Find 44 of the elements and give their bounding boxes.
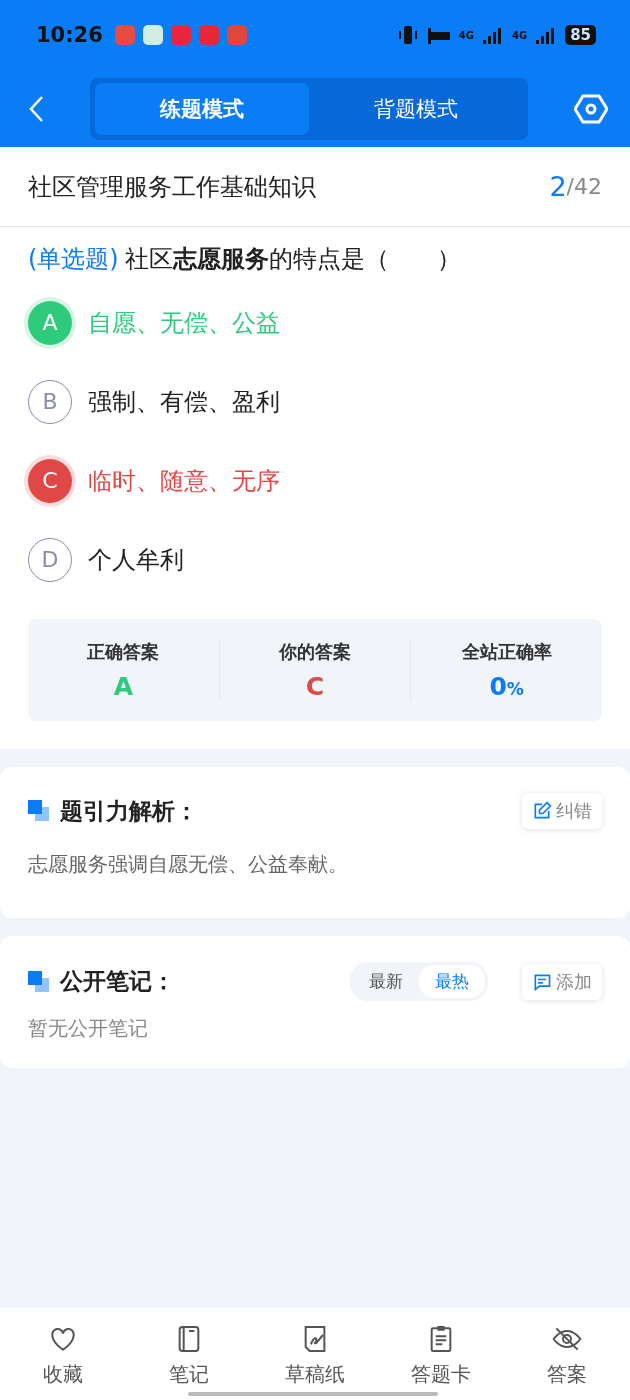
status-time: 10:26 (36, 23, 103, 47)
option-text[interactable]: 个人牟利 (88, 543, 184, 576)
stat-label: 全站正确率 (461, 639, 552, 664)
question-type: (单选题) (28, 244, 119, 275)
stat-label: 你的答案 (279, 639, 351, 664)
section-icon (28, 800, 50, 822)
sort-tab[interactable]: 最新 (353, 965, 419, 998)
section-icon (28, 970, 50, 993)
option-text[interactable]: 自愿、无偿、公益 (88, 306, 280, 339)
bottom-tab[interactable]: 收藏 (0, 1322, 126, 1400)
network-type: 4G (511, 29, 528, 41)
bed-icon (426, 26, 451, 44)
vibrate-icon (396, 24, 419, 46)
total-count: /42 (566, 174, 602, 199)
mode-tab[interactable]: 练题模式 (95, 82, 309, 135)
analysis-text: 志愿服务强调自愿无偿、公益奉献。 (28, 851, 349, 878)
mode-tab[interactable]: 背题模式 (309, 82, 523, 135)
section-title: 公开笔记： (60, 967, 176, 996)
battery-level: 85 (565, 25, 596, 45)
option-text[interactable]: 强制、有偿、盈利 (88, 385, 280, 418)
bottom-tab[interactable]: 草稿纸 (252, 1322, 378, 1400)
back-icon[interactable] (28, 94, 44, 123)
option-text[interactable]: 临时、随意、无序 (88, 464, 280, 497)
section-title: 题引力解析： (60, 796, 199, 826)
bottom-tab[interactable]: 答题卡 (378, 1322, 504, 1400)
stat-value: C (305, 671, 325, 701)
subject-title: 社区管理服务工作基础知识 (28, 171, 317, 203)
correct-error-button[interactable]: 纠错 (522, 793, 602, 829)
option-letter[interactable]: C (28, 458, 72, 503)
sort-tab[interactable]: 最热 (419, 965, 485, 998)
add-note-button[interactable]: 添加 (522, 963, 602, 1000)
settings-icon[interactable] (574, 93, 608, 124)
empty-notes-text: 暂无公开笔记 (28, 1015, 149, 1042)
stat-value: 0% (489, 671, 524, 701)
question-text: 社区志愿服务的特点是（ ） (124, 244, 461, 275)
bottom-tab[interactable]: 答案 (504, 1322, 630, 1400)
edit-icon (532, 801, 552, 821)
bottom-tab[interactable]: 笔记 (126, 1322, 252, 1400)
option-letter[interactable]: A (28, 300, 72, 345)
stat-label: 正确答案 (87, 639, 160, 664)
signal-icon (481, 26, 504, 44)
stat-value: A (113, 671, 133, 701)
current-number: 2 (549, 171, 567, 202)
network-type: 4G (458, 29, 474, 41)
